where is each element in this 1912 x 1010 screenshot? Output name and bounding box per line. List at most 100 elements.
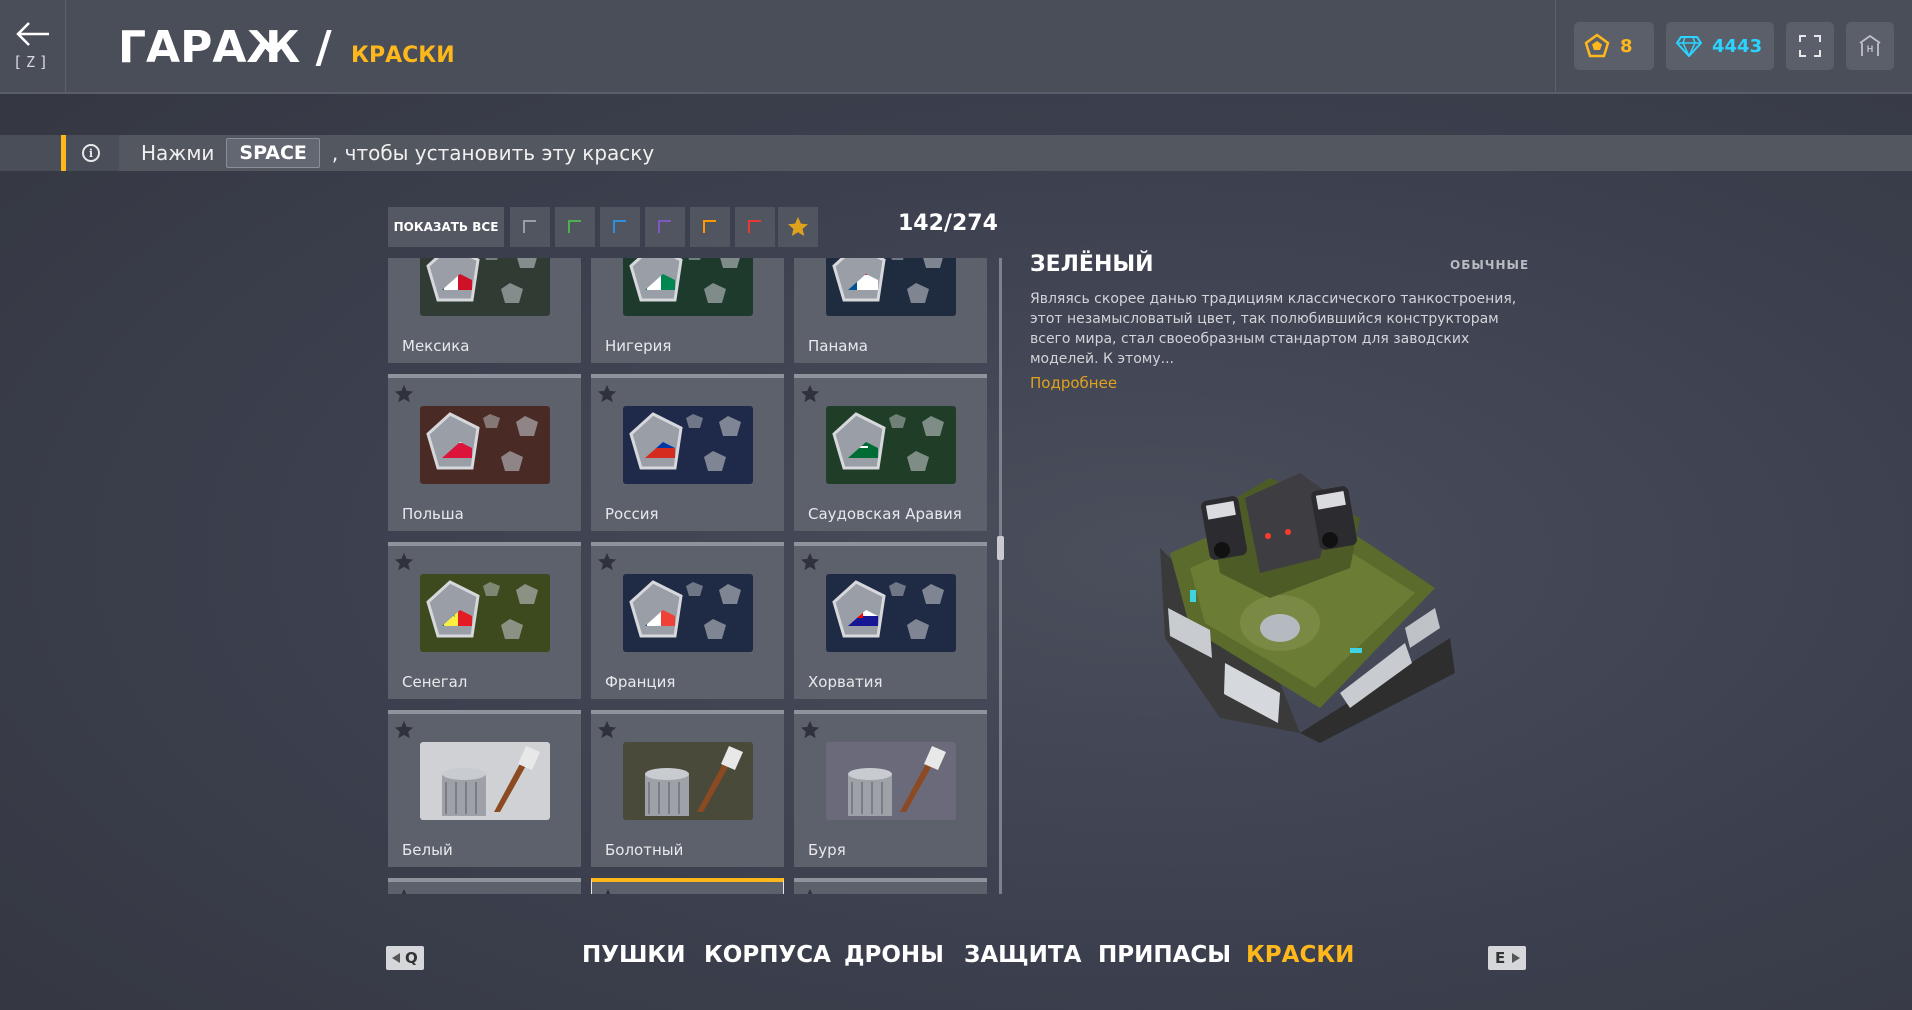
favorite-star-icon[interactable] — [800, 552, 820, 572]
favorite-star[interactable] — [597, 384, 617, 408]
paint-card-label: Франция — [605, 673, 676, 691]
favorite-star-icon[interactable] — [394, 888, 414, 894]
corner-icon — [748, 220, 761, 233]
paint-card[interactable]: Сенегал — [388, 542, 581, 699]
favorite-star-icon[interactable] — [800, 888, 820, 894]
tank-preview — [1160, 473, 1455, 743]
paint-card-label: Нигерия — [605, 337, 672, 355]
favorite-star-icon[interactable] — [394, 384, 414, 404]
nav-tab-6[interactable]: КРАСКИ — [1246, 942, 1354, 968]
nav-tab-2[interactable]: КОРПУСА — [704, 942, 831, 968]
paint-card[interactable] — [591, 878, 784, 894]
corner-icon — [523, 220, 536, 233]
show-all-button[interactable]: ПОКАЗАТЬ ВСЕ — [388, 207, 504, 247]
paint-card[interactable]: Панама — [794, 258, 987, 363]
paint-card[interactable]: Хорватия — [794, 542, 987, 699]
rarity-filter-1[interactable] — [510, 207, 550, 247]
paint-grid[interactable]: Мексика Нигерия Панама Польша Россия Саудовск… — [388, 258, 988, 894]
rarity-filter-4[interactable] — [645, 207, 685, 247]
paint-card-label: Белый — [402, 841, 453, 859]
paint-thumbnail — [420, 258, 550, 316]
paint-name: ЗЕЛЁНЫЙ — [1030, 252, 1154, 277]
star-icon — [788, 217, 808, 236]
grid-scrollbar[interactable] — [999, 258, 1002, 894]
favorite-star-icon[interactable] — [597, 384, 617, 404]
paint-thumbnail — [826, 258, 956, 316]
favorite-star[interactable] — [800, 888, 820, 894]
paint-thumbnail — [623, 574, 753, 652]
paint-card[interactable]: Белый — [388, 710, 581, 867]
nav-tab-5[interactable]: ПРИПАСЫ — [1098, 942, 1231, 968]
back-button[interactable]: [Z] — [0, 0, 66, 92]
page-title-main: ГАРАЖ / — [118, 22, 332, 73]
favorite-star[interactable] — [800, 384, 820, 408]
favorite-star[interactable] — [597, 720, 617, 744]
category-tabs: ПУШКИ КОРПУСА ДРОНЫ ЗАЩИТА ПРИПАСЫ КРАСКИ — [0, 942, 1912, 974]
paint-card[interactable]: Франция — [591, 542, 784, 699]
info-icon: i — [82, 144, 100, 162]
header-right: 8 4443 H — [1555, 0, 1912, 92]
favorite-star-icon[interactable] — [394, 552, 414, 572]
svg-text:H: H — [1867, 44, 1874, 54]
page-subtitle: КРАСКИ — [350, 43, 455, 68]
favorite-star-icon[interactable] — [597, 720, 617, 740]
paint-card[interactable]: Россия — [591, 374, 784, 531]
favorite-star-icon[interactable] — [394, 720, 414, 740]
space-key-badge: SPACE — [226, 138, 320, 168]
favorite-star[interactable] — [598, 888, 618, 894]
page-title: ГАРАЖ / КРАСКИ — [118, 22, 455, 73]
hint-bar: i Нажми SPACE , чтобы установить эту кра… — [0, 135, 1912, 171]
diamonds-counter[interactable]: 4443 — [1666, 22, 1774, 70]
paint-card[interactable]: Польша — [388, 374, 581, 531]
paint-can-icon — [420, 742, 550, 820]
more-link[interactable]: Подробнее — [1030, 374, 1117, 392]
paint-card[interactable]: Мексика — [388, 258, 581, 363]
paint-card[interactable]: Болотный — [591, 710, 784, 867]
favorite-star-icon[interactable] — [597, 552, 617, 572]
paint-preview-icon — [420, 574, 550, 652]
rarity-filter-3[interactable] — [600, 207, 640, 247]
favorite-star-icon[interactable] — [800, 384, 820, 404]
favorite-star[interactable] — [800, 720, 820, 744]
paint-card[interactable]: Нигерия — [591, 258, 784, 363]
paint-description: Являясь скорее данью традициям классичес… — [1030, 291, 1517, 367]
paint-can-icon — [623, 742, 753, 820]
paint-card-label: Болотный — [605, 841, 684, 859]
diamond-icon — [1676, 36, 1702, 57]
nav-tab-3[interactable]: ДРОНЫ — [844, 942, 944, 968]
paint-thumbnail — [420, 406, 550, 484]
rarity-filter-6[interactable] — [735, 207, 775, 247]
paint-card-label: Саудовская Аравия — [808, 505, 962, 523]
paint-thumbnail — [623, 742, 753, 820]
paint-card[interactable]: Саудовская Аравия — [794, 374, 987, 531]
back-hotkey: [Z] — [12, 53, 53, 71]
fullscreen-button[interactable] — [1786, 22, 1834, 70]
favorite-star[interactable] — [394, 552, 414, 576]
scrollbar-thumb[interactable] — [997, 536, 1004, 560]
paint-card-label: Россия — [605, 505, 659, 523]
favorite-star-icon[interactable] — [598, 888, 618, 894]
crystals-counter[interactable]: 8 — [1574, 22, 1654, 70]
corner-icon — [613, 220, 626, 233]
paint-card[interactable] — [794, 878, 987, 894]
paint-preview-icon — [826, 258, 956, 316]
paint-card[interactable]: Буря — [794, 710, 987, 867]
paint-thumbnail — [420, 574, 550, 652]
favorites-filter-button[interactable] — [778, 207, 818, 247]
favorite-star[interactable] — [394, 720, 414, 744]
favorite-star[interactable] — [394, 384, 414, 408]
favorite-star-icon[interactable] — [800, 720, 820, 740]
nav-tab-4[interactable]: ЗАЩИТА — [964, 942, 1081, 968]
paint-card-label: Буря — [808, 841, 846, 859]
paint-thumbnail — [420, 742, 550, 820]
rarity-filter-2[interactable] — [555, 207, 595, 247]
favorite-star[interactable] — [800, 552, 820, 576]
paint-preview-icon — [826, 406, 956, 484]
rarity-filter-5[interactable] — [690, 207, 730, 247]
home-icon: H — [1859, 35, 1881, 56]
nav-tab-1[interactable]: ПУШКИ — [582, 942, 685, 968]
home-button[interactable]: H — [1846, 22, 1894, 70]
paint-card[interactable] — [388, 878, 581, 894]
favorite-star[interactable] — [597, 552, 617, 576]
favorite-star[interactable] — [394, 888, 414, 894]
